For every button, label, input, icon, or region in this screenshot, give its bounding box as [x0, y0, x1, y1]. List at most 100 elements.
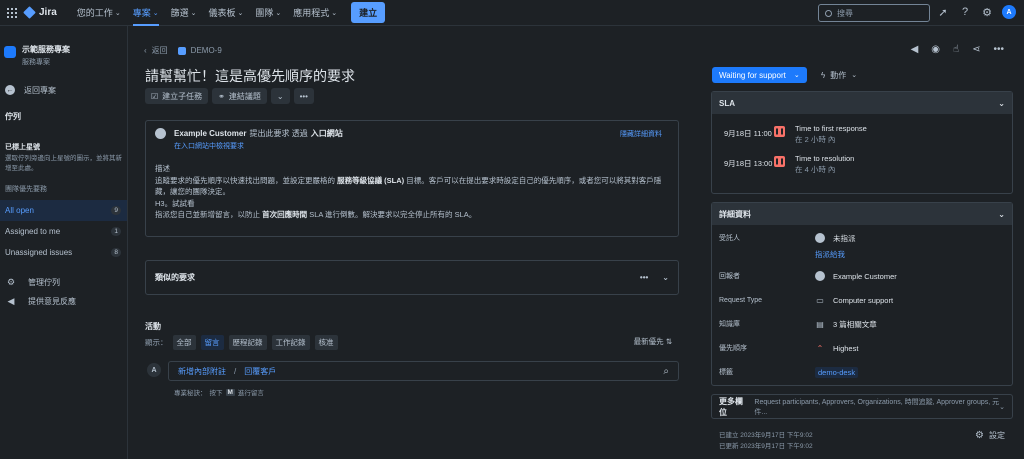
field-reporter[interactable]: 回報者 Example Customer [712, 264, 1012, 288]
queue-assigned-to-me[interactable]: Assigned to me 1 [0, 221, 127, 242]
actions-dropdown[interactable]: ϟ 動作 ⌄ [821, 67, 857, 83]
nav-apps[interactable]: 應用程式 ⌄ [287, 0, 343, 26]
manage-queues-link[interactable]: ⚙ 管理佇列 [0, 273, 127, 292]
filter-work-log[interactable]: 工作記錄 [271, 335, 310, 350]
request-details-card: Example Customer 提出此要求 透過 入口網站 在入口網站中檢視要… [145, 120, 679, 237]
queue-all-open[interactable]: All open 9 [0, 200, 127, 221]
back-link[interactable]: 返回 [152, 45, 168, 56]
field-priority[interactable]: 優先順序 ⌃ Highest [712, 336, 1012, 360]
nav-projects[interactable]: 專案 ⌄ [127, 0, 165, 26]
nav-dashboards[interactable]: 儀表板 ⌄ [202, 0, 249, 26]
link-icon: ⚭ [218, 91, 225, 101]
filter-all[interactable]: 全部 [172, 335, 196, 350]
timestamps: 已建立 2023年9月17日 下午9:02 已更新 2023年9月17日 下午9… [719, 430, 813, 452]
filter-comments[interactable]: 留言 [200, 335, 224, 350]
issue-key[interactable]: DEMO-9 [191, 46, 222, 55]
team-priority-title: 團隊優先要務 [5, 186, 47, 193]
jira-logo[interactable]: Jira [23, 6, 57, 19]
sla-item: 9月18日 13:00 ❚❚ Time to resolution 在 4 小時 … [724, 154, 855, 174]
keyboard-key: M [225, 388, 235, 396]
field-knowledge-base[interactable]: 知識庫 ▤ 3 篇相關文章 [712, 312, 1012, 336]
profile-avatar[interactable]: A [1002, 5, 1016, 19]
create-button[interactable]: 建立 [351, 2, 386, 23]
details-panel: 詳細資料 ⌄ 受託人 未指派 指派給我 回報者 Example Customer Re… [711, 202, 1013, 386]
issue-title[interactable]: 請幫幫忙！這是高優先順序的要求 [145, 66, 355, 86]
chevron-down-icon: ⌄ [998, 209, 1005, 219]
created-date: 已建立 2023年9月17日 下午9:02 [719, 432, 813, 439]
create-subtask-button[interactable]: ☑ 建立子任務 [145, 88, 209, 104]
jira-logo-icon [23, 6, 36, 19]
label-tag[interactable]: demo-desk [815, 366, 859, 378]
ellipsis-icon[interactable]: ••• [993, 44, 1004, 55]
project-name: 示範服務專案 [22, 45, 70, 54]
more-fields-panel[interactable]: 更多欄位 Request participants, Approvers, Or… [711, 394, 1013, 419]
breadcrumb: ‹ 返回 DEMO-9 [144, 45, 222, 56]
pause-icon: ❚❚ [774, 156, 785, 167]
project-header[interactable]: 示範服務專案 服務專案 [0, 26, 127, 67]
details-panel-header[interactable]: 詳細資料 ⌄ [712, 203, 1012, 225]
issue-context-panel: ◀ ◉ ☝ ⋖ ••• Waiting for support ⌄ ϟ 動作 ⌄ SL… [703, 26, 1024, 459]
share-icon[interactable]: ⋖ [972, 44, 980, 55]
field-assignee[interactable]: 受託人 未指派 [712, 229, 1012, 247]
megaphone-icon: ◀ [7, 296, 15, 306]
attachment-icon[interactable]: ⌕ [663, 366, 669, 377]
similar-requests-panel[interactable]: 類似的要求 ••• ⌄ [145, 260, 679, 295]
comment-editor[interactable]: 新增內部附註 / 回覆客戶 ⌕ [168, 361, 679, 381]
queue-count-badge: 9 [111, 206, 121, 215]
add-internal-note-link[interactable]: 新增內部附註 [178, 366, 226, 377]
activity-title: 活動 [145, 322, 161, 331]
computer-icon: ▭ [816, 295, 824, 305]
hide-details-link[interactable]: 隱藏詳細資料 [620, 129, 662, 139]
queue-count-badge: 8 [111, 248, 121, 257]
commenter-avatar: A [147, 363, 161, 377]
vote-thumb-icon[interactable]: ☝ [953, 44, 959, 55]
chevron-left-icon[interactable]: ‹ [144, 46, 147, 55]
back-to-project-link[interactable]: ← 返回專案 [0, 81, 127, 99]
nav-your-work[interactable]: 您的工作 ⌄ [71, 0, 127, 26]
filter-history[interactable]: 歷程記錄 [228, 335, 267, 350]
project-type: 服務專案 [22, 59, 50, 66]
gear-icon: ⚙ [6, 277, 16, 287]
chevron-down-icon[interactable]: ⌄ [662, 273, 669, 282]
sla-panel: SLA ⌄ 9月18日 11:00 ❚❚ Time to first respon… [711, 91, 1013, 194]
search-icon [825, 9, 832, 17]
settings-gear-icon[interactable]: ⚙ [980, 5, 994, 19]
sla-due-time: 9月18日 11:00 [724, 129, 772, 138]
chevron-down-icon: ⌄ [793, 72, 800, 79]
filter-approvals[interactable]: 核准 [314, 335, 338, 350]
nav-teams[interactable]: 團隊 ⌄ [249, 0, 287, 26]
watch-eye-icon[interactable]: ◉ [931, 44, 940, 55]
search-input[interactable]: 搜尋 [818, 4, 930, 22]
view-in-portal-link[interactable]: 在入口網站中檢視要求 [174, 141, 669, 151]
chevron-down-icon: ⌄ [999, 403, 1005, 411]
configure-button[interactable]: ⚙ 設定 [975, 430, 1005, 441]
help-icon[interactable]: ? [958, 5, 972, 19]
link-issue-button[interactable]: ⚭ 連結議題 [212, 88, 267, 104]
issue-toolbar: ◀ ◉ ☝ ⋖ ••• [911, 44, 1004, 55]
feedback-megaphone-icon[interactable]: ◀ [911, 44, 919, 55]
field-labels[interactable]: 標籤 demo-desk [712, 360, 1012, 384]
main-nav: 您的工作 ⌄ 專案 ⌄ 篩選 ⌄ 儀表板 ⌄ 團隊 ⌄ 應用程式 ⌄ [71, 0, 343, 26]
unassigned-avatar-icon [815, 233, 825, 243]
notifications-rocket-icon[interactable]: ➚ [936, 5, 950, 19]
link-issue-dropdown[interactable]: ⌄ [270, 88, 290, 104]
chevron-down-icon: ⌄ [851, 72, 858, 79]
reporter-name[interactable]: Example Customer [174, 129, 246, 138]
sla-due-time: 9月18日 13:00 [724, 159, 773, 168]
ellipsis-icon[interactable]: ••• [640, 273, 648, 282]
reporter-avatar-icon [815, 271, 825, 281]
request-description[interactable]: 描述 追蹤要求的優先順序以快速找出問題，並設定更嚴格的 服務等級協議 (SLA)… [155, 163, 669, 221]
sla-panel-header[interactable]: SLA ⌄ [712, 92, 1012, 114]
queue-unassigned-issues[interactable]: Unassigned issues 8 [0, 242, 127, 263]
assign-to-me-link[interactable]: 指派給我 [815, 249, 1012, 260]
nav-filters[interactable]: 篩選 ⌄ [165, 0, 203, 26]
status-dropdown[interactable]: Waiting for support ⌄ [712, 67, 807, 83]
give-feedback-link[interactable]: ◀ 提供意見反應 [0, 292, 127, 311]
app-switcher-icon[interactable] [7, 7, 17, 18]
sort-toggle[interactable]: 最新優先 ⇅ [634, 336, 672, 347]
field-request-type[interactable]: Request Type ▭ Computer support [712, 288, 1012, 312]
more-actions-button[interactable]: ••• [293, 88, 314, 104]
document-icon: ▤ [816, 319, 824, 329]
chevron-down-icon: ⌄ [276, 91, 284, 101]
reply-to-customer-link[interactable]: 回覆客戶 [244, 366, 276, 377]
